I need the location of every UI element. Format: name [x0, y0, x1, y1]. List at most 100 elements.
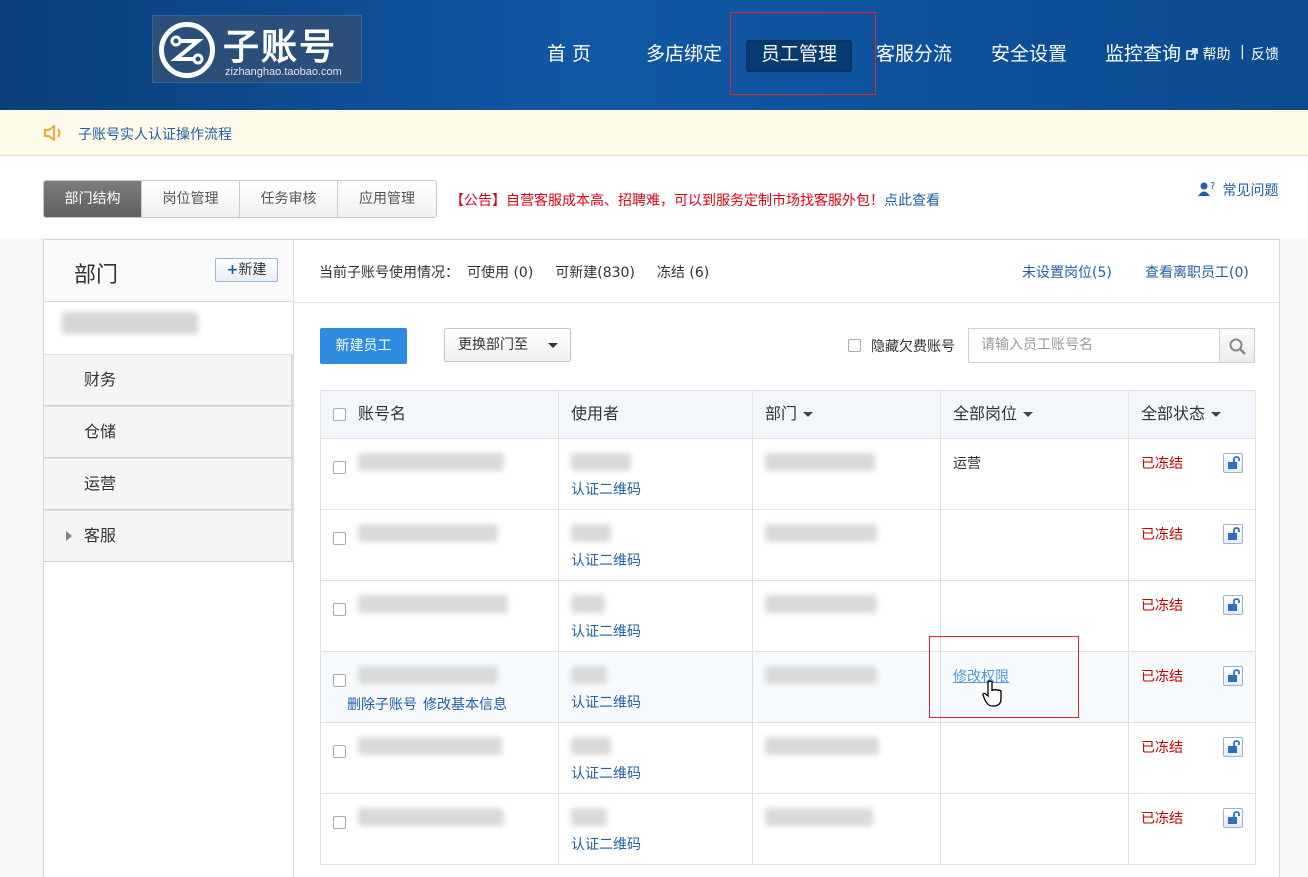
nav-monitor[interactable]: 监控查询 — [1100, 40, 1186, 72]
cell-dept — [752, 438, 941, 510]
row-checkbox[interactable] — [333, 460, 346, 474]
unlock-button[interactable] — [1223, 666, 1243, 686]
unlock-icon — [1228, 669, 1240, 682]
expand-arrow-icon[interactable] — [66, 531, 72, 541]
cell-post — [940, 509, 1129, 581]
table-row[interactable]: 认证二维码 已冻结 — [320, 793, 1256, 865]
row-checkbox[interactable] — [333, 531, 346, 545]
select-all-checkbox[interactable] — [333, 408, 346, 421]
top-header: 子账号 zizhanghao.taobao.com 首 页 多店绑定 员工管理 … — [0, 0, 1308, 110]
unlock-button[interactable] — [1223, 524, 1243, 544]
tab-dept-structure[interactable]: 部门结构 — [44, 181, 142, 217]
unlock-button[interactable] — [1223, 737, 1243, 757]
employee-search-input[interactable]: 请输入员工账号名 — [968, 328, 1220, 363]
sidebar-item-customer-service[interactable]: 客服 — [44, 510, 294, 562]
account-name-blurred — [358, 808, 504, 826]
col-account-label: 账号名 — [358, 404, 407, 423]
unlock-button[interactable] — [1223, 453, 1243, 473]
feedback-link[interactable]: 反馈 — [1251, 44, 1279, 64]
cell-account — [320, 793, 559, 865]
faq-link[interactable]: ? 常见问题 — [1198, 180, 1278, 200]
announcement-link[interactable]: 点此查看 — [884, 193, 940, 209]
col-status[interactable]: 全部状态 — [1128, 390, 1256, 439]
resigned-employees-link[interactable]: 查看离职员工(0) — [1145, 262, 1249, 282]
speaker-icon — [44, 125, 61, 141]
nav-highlight-box — [730, 12, 876, 95]
cell-dept — [752, 580, 941, 652]
qr-code-link[interactable]: 认证二维码 — [571, 550, 752, 570]
delete-account-link[interactable]: 删除子账号 — [347, 697, 417, 713]
cell-user: 认证二维码 — [558, 580, 753, 652]
cell-status: 已冻结 — [1128, 793, 1256, 865]
row-checkbox[interactable] — [333, 815, 346, 829]
qr-code-link[interactable]: 认证二维码 — [571, 692, 752, 712]
announcement-text: 【公告】自营客服成本高、招聘难，可以到服务定制市场找客服外包！ — [450, 193, 884, 209]
status-badge: 已冻结 — [1141, 811, 1183, 827]
hand-cursor-icon — [982, 680, 1002, 707]
unlock-icon — [1228, 456, 1240, 469]
status-badge: 已冻结 — [1141, 598, 1183, 614]
cell-account — [320, 438, 559, 510]
row-checkbox[interactable] — [333, 602, 346, 616]
hide-overdue-checkbox[interactable] — [848, 339, 861, 352]
dept-name-blurred — [765, 808, 873, 826]
notice-link[interactable]: 子账号实人认证操作流程 — [78, 124, 232, 144]
new-dept-button[interactable]: +新建 — [215, 258, 278, 282]
cell-user: 认证二维码 — [558, 722, 753, 794]
qr-code-link[interactable]: 认证二维码 — [571, 763, 752, 783]
dept-name-blurred — [765, 666, 877, 684]
search-icon — [1229, 338, 1246, 355]
status-badge: 已冻结 — [1141, 527, 1183, 543]
table-row[interactable]: 删除子账号 修改基本信息 认证二维码 修改权限 已冻结 — [320, 651, 1256, 723]
logo-title: 子账号 — [223, 27, 338, 68]
tab-app-management[interactable]: 应用管理 — [338, 181, 436, 217]
status-badge: 已冻结 — [1141, 740, 1183, 756]
edit-info-link[interactable]: 修改基本信息 — [423, 697, 507, 713]
cell-dept — [752, 722, 941, 794]
table-row[interactable]: 认证二维码 已冻结 — [320, 722, 1256, 794]
account-name-blurred — [358, 524, 498, 542]
unlock-icon — [1228, 527, 1240, 540]
app-logo[interactable]: 子账号 zizhanghao.taobao.com — [152, 15, 362, 83]
account-usage-summary: 当前子账号使用情况： 可使用 (0) 可新建(830) 冻结 (6) — [319, 262, 731, 282]
post-value: 运营 — [953, 456, 981, 472]
table-row[interactable]: 认证二维码 已冻结 — [320, 509, 1256, 581]
search-button[interactable] — [1219, 328, 1255, 363]
unlock-button[interactable] — [1223, 595, 1243, 615]
cell-post — [940, 793, 1129, 865]
qr-code-link[interactable]: 认证二维码 — [571, 621, 752, 641]
nav-home[interactable]: 首 页 — [537, 40, 601, 72]
sidebar-item-finance[interactable]: 财务 — [44, 354, 294, 406]
nav-security[interactable]: 安全设置 — [986, 40, 1072, 72]
account-name-blurred — [358, 737, 502, 755]
move-dept-dropdown[interactable]: 更换部门至 — [444, 328, 571, 362]
table-row[interactable]: 认证二维码 运营 已冻结 — [320, 438, 1256, 510]
row-checkbox[interactable] — [333, 673, 346, 687]
user-question-icon: ? — [1198, 181, 1215, 196]
row-checkbox[interactable] — [333, 744, 346, 758]
col-post[interactable]: 全部岗位 — [940, 390, 1129, 439]
unlock-button[interactable] — [1223, 808, 1243, 828]
chevron-down-icon — [1211, 412, 1222, 417]
tab-task-review[interactable]: 任务审核 — [240, 181, 338, 217]
col-dept[interactable]: 部门 — [752, 390, 941, 439]
nav-multi-store[interactable]: 多店绑定 — [640, 40, 728, 72]
usage-creatable: 可新建(830) — [555, 265, 635, 281]
unset-post-link[interactable]: 未设置岗位(5) — [1022, 262, 1112, 282]
table-row[interactable]: 认证二维码 已冻结 — [320, 580, 1256, 652]
new-employee-button[interactable]: 新建员工 — [320, 328, 407, 364]
shop-name-blurred — [62, 312, 198, 334]
nav-cs-routing[interactable]: 客服分流 — [872, 40, 956, 72]
qr-code-link[interactable]: 认证二维码 — [571, 834, 752, 854]
user-name-blurred — [571, 453, 631, 471]
sidebar-item-warehouse[interactable]: 仓储 — [44, 406, 294, 458]
tab-post-management[interactable]: 岗位管理 — [142, 181, 240, 217]
cell-user: 认证二维码 — [558, 438, 753, 510]
qr-code-link[interactable]: 认证二维码 — [571, 479, 752, 499]
cell-user: 认证二维码 — [558, 509, 753, 581]
sidebar-item-operation[interactable]: 运营 — [44, 458, 294, 510]
col-user: 使用者 — [558, 390, 753, 439]
plus-icon: + — [226, 262, 239, 278]
help-link[interactable]: 帮助 — [1186, 44, 1230, 64]
cell-user: 认证二维码 — [558, 793, 753, 865]
